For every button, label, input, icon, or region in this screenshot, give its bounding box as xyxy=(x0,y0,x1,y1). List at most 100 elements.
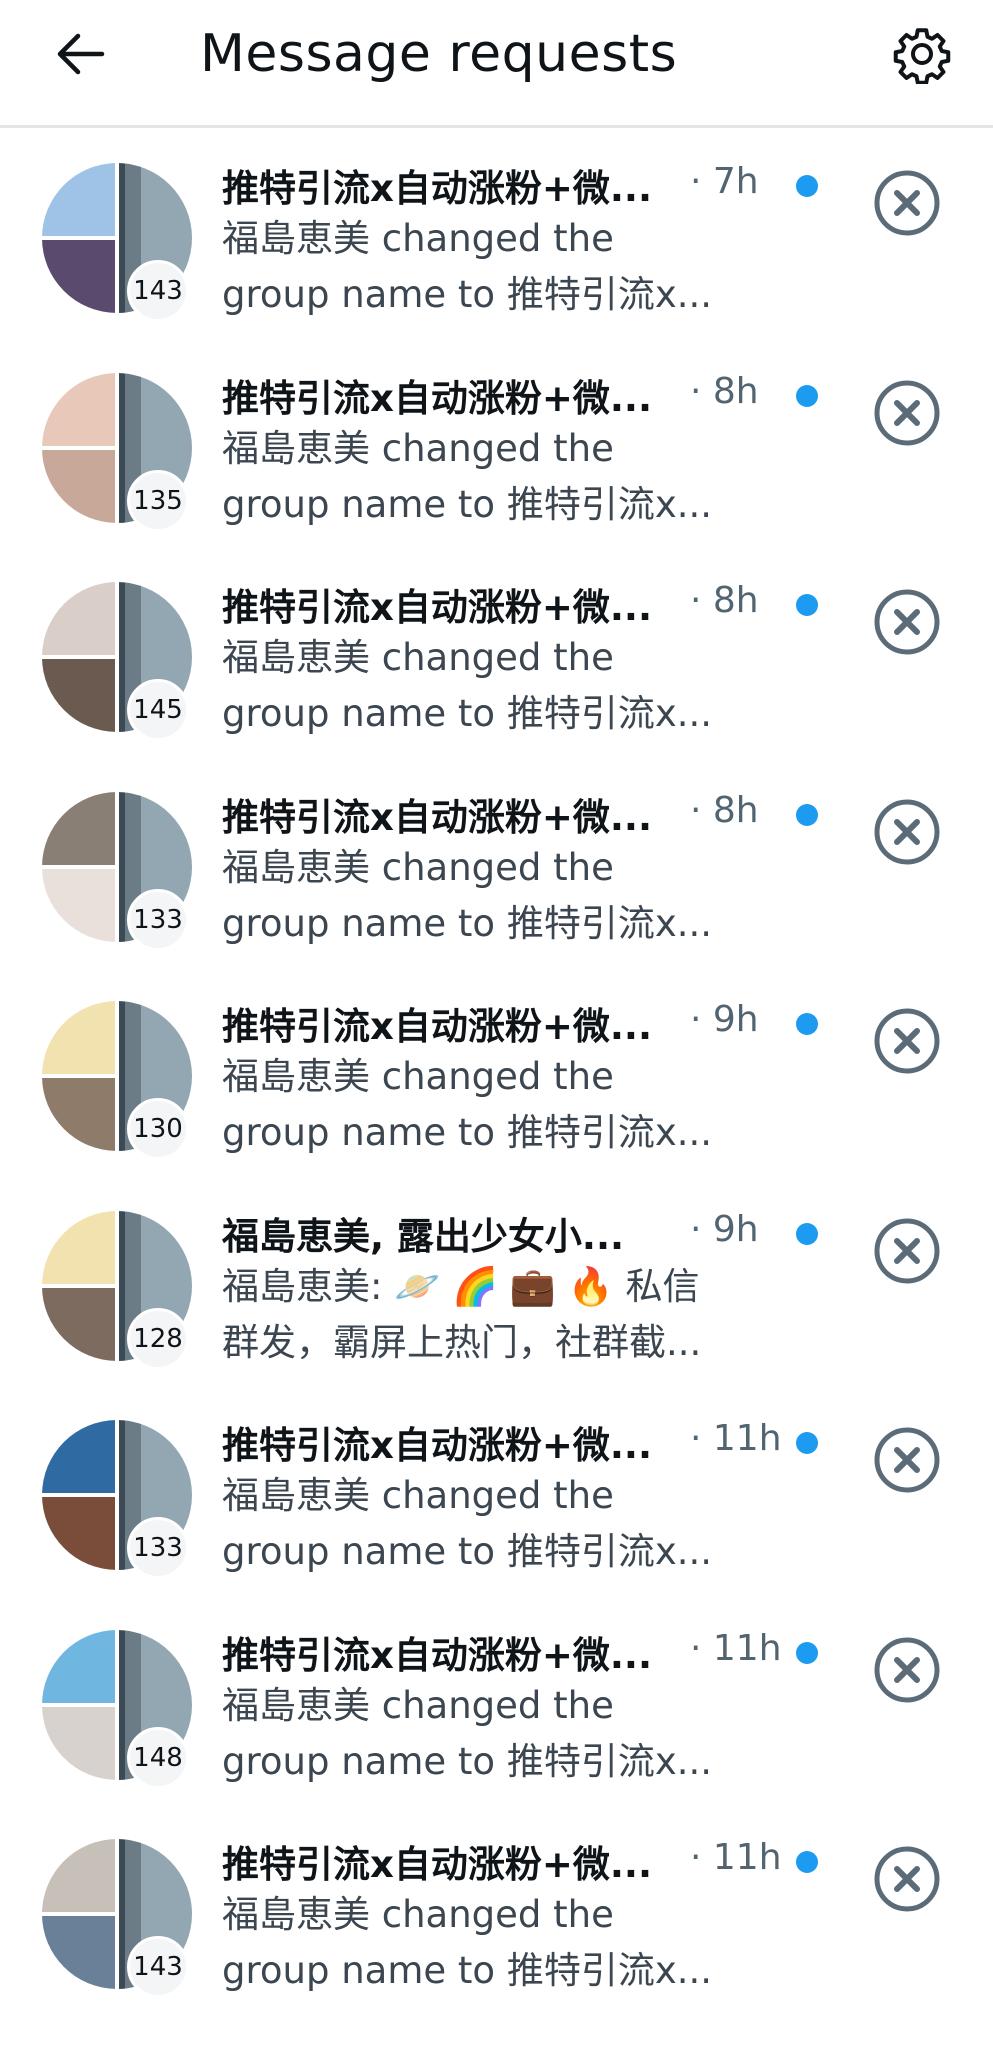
gear-icon xyxy=(893,28,951,84)
message-preview: 福島恵美 changed the group name to 推特引流x... xyxy=(222,1678,782,1790)
conversation-title: 推特引流x自动涨粉+微... xyxy=(222,795,653,839)
message-preview: 福島恵美 changed the group name to 推特引流x... xyxy=(222,1468,782,1580)
member-avatar xyxy=(42,1497,115,1570)
member-avatar xyxy=(42,1210,115,1284)
member-count-badge: 133 xyxy=(127,888,189,951)
close-circle-icon xyxy=(874,380,940,445)
dismiss-button[interactable] xyxy=(872,1216,942,1286)
member-count-badge: 143 xyxy=(127,1936,189,1998)
message-preview: 福島恵美 changed the group name to 推特引流x... xyxy=(222,211,782,323)
message-request-row[interactable]: 135 推特引流x自动涨粉+微... · 8h 福島恵美 changed the… xyxy=(0,338,993,548)
message-request-row[interactable]: 128 福島恵美, 露出少女小... · 9h 福島恵美: 🪐 🌈 💼 🔥 私信… xyxy=(0,1176,993,1386)
settings-button[interactable] xyxy=(880,14,964,94)
member-avatar xyxy=(42,582,115,655)
member-count-badge: 128 xyxy=(127,1307,189,1370)
message-request-row[interactable]: 148 推特引流x自动涨粉+微... · 11h 福島恵美 changed th… xyxy=(0,1595,993,1805)
close-circle-icon xyxy=(874,589,940,655)
conversation-title: 推特引流x自动涨粉+微... xyxy=(222,1005,653,1048)
member-count-badge: 130 xyxy=(127,1098,189,1160)
dismiss-button[interactable] xyxy=(872,587,942,657)
timestamp: · 8h xyxy=(690,789,759,831)
close-circle-icon xyxy=(874,799,940,864)
member-avatar xyxy=(42,1287,115,1361)
timestamp: · 8h xyxy=(690,580,759,621)
conversation-title: 推特引流x自动涨粉+微... xyxy=(222,1843,653,1886)
dismiss-button[interactable] xyxy=(872,1635,942,1705)
dismiss-button[interactable] xyxy=(872,168,942,238)
timestamp: · 11h xyxy=(690,1837,782,1878)
message-preview: 福島恵美 changed the group name to 推特引流x... xyxy=(222,1049,782,1161)
close-circle-icon xyxy=(874,1846,940,1912)
unread-dot xyxy=(796,1641,818,1664)
back-button[interactable] xyxy=(40,22,120,86)
message-preview: 福島恵美 changed the group name to 推特引流x... xyxy=(222,1887,782,1999)
message-preview: 福島恵美: 🪐 🌈 💼 🔥 私信 群发，霸屏上热门，社群截... xyxy=(222,1259,782,1371)
preview-line-2: group name to 推特引流x... xyxy=(222,273,712,316)
member-avatar xyxy=(42,1916,115,1989)
member-avatar xyxy=(42,868,115,942)
member-avatar xyxy=(42,1078,115,1151)
timestamp: · 8h xyxy=(690,370,759,412)
message-request-row[interactable]: 133 推特引流x自动涨粉+微... · 8h 福島恵美 changed the… xyxy=(0,757,993,967)
message-request-row[interactable]: 143 推特引流x自动涨粉+微... · 7h 福島恵美 changed the… xyxy=(0,128,993,338)
close-circle-icon xyxy=(874,1637,940,1702)
preview-line-2: group name to 推特引流x... xyxy=(222,692,712,735)
conversation-title: 福島恵美, 露出少女小... xyxy=(222,1214,625,1258)
close-circle-icon xyxy=(874,1427,940,1493)
dismiss-button[interactable] xyxy=(872,1844,942,1914)
member-avatar xyxy=(42,1839,115,1912)
preview-line-1: 福島恵美 changed the xyxy=(222,845,614,889)
member-count-badge: 133 xyxy=(127,1517,189,1579)
timestamp: · 11h xyxy=(690,1418,782,1459)
preview-line-1: 福島恵美 changed the xyxy=(222,1683,614,1727)
unread-dot xyxy=(796,594,818,616)
conversation-title: 推特引流x自动涨粉+微... xyxy=(222,167,653,210)
preview-line-2: 群发，霸屏上热门，社群截... xyxy=(222,1320,702,1364)
unread-dot xyxy=(796,1851,818,1873)
preview-line-2: group name to 推特引流x... xyxy=(222,1739,712,1783)
header-bar: Message requests xyxy=(0,0,993,128)
conversation-title: 推特引流x自动涨粉+微... xyxy=(222,586,653,629)
message-request-row[interactable]: 133 推特引流x自动涨粉+微... · 11h 福島恵美 changed th… xyxy=(0,1385,993,1595)
dismiss-button[interactable] xyxy=(872,1006,942,1076)
close-circle-icon xyxy=(874,1218,940,1283)
message-request-row[interactable]: 143 推特引流x自动涨粉+微... · 11h 福島恵美 changed th… xyxy=(0,1804,993,2014)
preview-line-2: group name to 推特引流x... xyxy=(222,1111,712,1154)
close-circle-icon xyxy=(874,170,940,236)
page-title: Message requests xyxy=(200,24,678,84)
arrow-left-icon xyxy=(57,33,105,75)
timestamp: · 9h xyxy=(690,999,759,1040)
conversation-title: 推特引流x自动涨粉+微... xyxy=(222,1633,653,1677)
unread-dot xyxy=(796,1222,818,1245)
dismiss-button[interactable] xyxy=(872,797,942,867)
preview-line-1: 福島恵美 changed the xyxy=(222,426,614,470)
message-preview: 福島恵美 changed the group name to 推特引流x... xyxy=(222,421,782,533)
member-avatar xyxy=(42,1629,115,1703)
close-circle-icon xyxy=(874,1008,940,1074)
dismiss-button[interactable] xyxy=(872,1425,942,1495)
timestamp: · 11h xyxy=(690,1627,782,1669)
message-request-row[interactable]: 145 推特引流x自动涨粉+微... · 8h 福島恵美 changed the… xyxy=(0,547,993,757)
timestamp: · 7h xyxy=(690,161,759,202)
preview-line-1: 福島恵美 changed the xyxy=(222,636,614,679)
preview-line-1: 福島恵美 changed the xyxy=(222,217,614,260)
preview-line-2: group name to 推特引流x... xyxy=(222,1530,712,1573)
member-avatar xyxy=(42,659,115,732)
request-list: 143 推特引流x自动涨粉+微... · 7h 福島恵美 changed the… xyxy=(0,128,993,2014)
message-request-row[interactable]: 130 推特引流x自动涨粉+微... · 9h 福島恵美 changed the… xyxy=(0,966,993,1176)
member-count-badge: 145 xyxy=(127,679,189,741)
preview-line-1: 福島恵美 changed the xyxy=(222,1893,614,1936)
member-count-badge: 135 xyxy=(127,469,189,532)
unread-dot xyxy=(796,384,818,407)
member-avatar xyxy=(42,1001,115,1074)
preview-line-1: 福島恵美: 🪐 🌈 💼 🔥 私信 xyxy=(222,1264,700,1308)
unread-dot xyxy=(796,1432,818,1454)
unread-dot xyxy=(796,803,818,826)
preview-line-2: group name to 推特引流x... xyxy=(222,1949,712,1992)
dismiss-button[interactable] xyxy=(872,378,942,448)
conversation-title: 推特引流x自动涨粉+微... xyxy=(222,376,653,420)
preview-line-1: 福島恵美 changed the xyxy=(222,1055,614,1098)
member-avatar xyxy=(42,791,115,865)
member-avatar xyxy=(42,240,115,313)
preview-line-2: group name to 推特引流x... xyxy=(222,901,712,945)
